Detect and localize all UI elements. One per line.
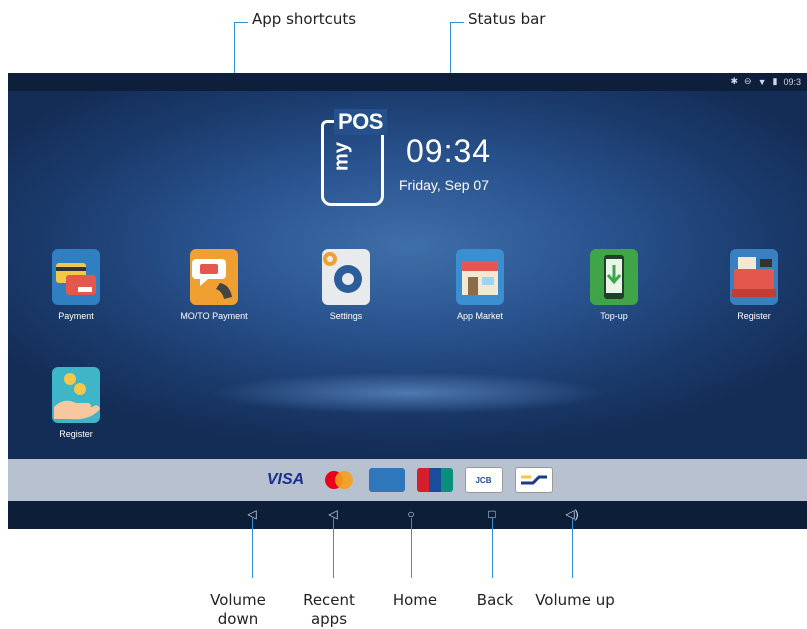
bluetooth-icon: ✱	[730, 76, 739, 86]
label-recent-apps: Recent apps	[303, 591, 355, 628]
cash-register-icon	[730, 249, 778, 305]
app-moto-payment[interactable]: MO/TO Payment	[164, 249, 264, 321]
unionpay-logo	[416, 468, 453, 492]
clock-widget[interactable]: 09:34	[406, 133, 491, 170]
navigation-bar: ◁ ◁ ○ □ ◁)	[8, 501, 807, 529]
app-label: App Market	[456, 311, 504, 321]
payment-card-icon	[52, 249, 100, 305]
app-label: Settings	[329, 311, 363, 321]
wifi-icon: ▼	[757, 76, 767, 87]
app-label: Register	[737, 311, 771, 321]
background-glow	[128, 363, 688, 423]
logo-my-text: my	[330, 142, 353, 171]
callout-line-recent-apps	[333, 518, 334, 578]
callout-line-volume-up	[572, 518, 573, 578]
logo-pos-text: POS	[334, 109, 387, 135]
callout-tick-status-bar	[450, 22, 464, 23]
status-time: 09:3	[783, 76, 801, 87]
app-market[interactable]: App Market	[430, 249, 530, 321]
label-home: Home	[392, 591, 438, 609]
coin-hand-icon	[52, 367, 100, 423]
battery-icon: ▮	[772, 76, 778, 86]
market-store-icon	[456, 249, 504, 305]
amex-logo	[368, 468, 405, 492]
app-top-up[interactable]: Top-up	[564, 249, 664, 321]
mastercard-logo	[321, 468, 357, 492]
callout-status-bar: Status bar	[468, 10, 546, 28]
callout-line-back	[492, 518, 493, 578]
phone-topup-icon	[590, 249, 638, 305]
status-bar: ✱ ⊖ ▼ ▮ 09:3	[8, 73, 807, 91]
visa-logo: VISA	[266, 471, 305, 488]
date-widget: Friday, Sep 07	[399, 177, 490, 193]
app-settings[interactable]: Settings	[296, 249, 396, 321]
app-register[interactable]: Register	[704, 249, 804, 321]
phone-order-icon	[190, 249, 238, 305]
do-not-disturb-icon: ⊖	[744, 76, 752, 86]
label-volume-down: Volume down	[210, 591, 266, 628]
label-volume-up: Volume up	[535, 591, 615, 609]
jcb-logo: JCB	[464, 467, 503, 493]
callout-tick-app-shortcuts	[234, 22, 248, 23]
bancontact-logo	[514, 467, 553, 493]
tablet-screen: ✱ ⊖ ▼ ▮ 09:3 POS my 09:34 Friday, Sep 07…	[8, 73, 807, 529]
callout-line-home	[411, 518, 412, 578]
app-payment[interactable]: Payment	[26, 249, 126, 321]
card-brand-bar: VISA JCB	[8, 459, 807, 501]
callout-app-shortcuts: App shortcuts	[252, 10, 357, 28]
label-back: Back	[476, 591, 514, 609]
gear-icon	[322, 249, 370, 305]
status-icons: ✱ ⊖ ▼ ▮ 09:3	[731, 76, 802, 87]
app-register-2[interactable]: Register	[26, 367, 126, 439]
app-label: Payment	[58, 311, 94, 321]
callout-line-volume-down	[252, 518, 253, 578]
app-label: Top-up	[600, 311, 628, 321]
app-label: MO/TO Payment	[180, 311, 248, 321]
app-label: Register	[59, 429, 93, 439]
